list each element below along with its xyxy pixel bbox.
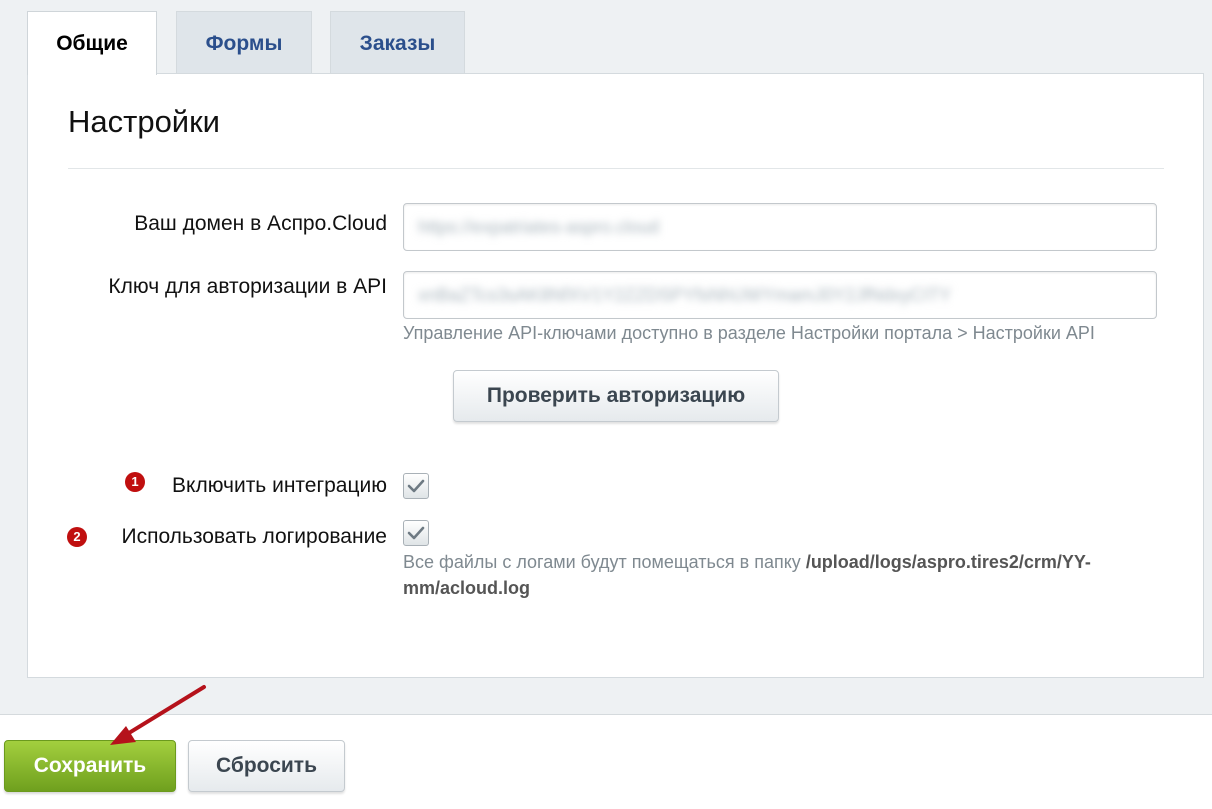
tab-general[interactable]: Общие	[27, 11, 157, 75]
api-key-hint: Управление API-ключами доступно в раздел…	[403, 323, 1095, 343]
logging-hint-text: Все файлы с логами будут помещаться в па…	[403, 552, 806, 572]
api-key-value: xnBaZTcs3sAK8NfXV1Y2ZZDSPYfsNhUWYmamJ0Y2…	[418, 285, 952, 305]
use-logging-label: Использовать логирование	[121, 525, 387, 548]
annotation-badge-2: 2	[67, 527, 87, 547]
use-logging-checkbox[interactable]	[403, 520, 429, 546]
enable-integration-checkbox[interactable]	[403, 473, 429, 499]
tab-forms[interactable]: Формы	[176, 11, 312, 74]
enable-integration-label: Включить интеграцию	[172, 474, 387, 497]
check-auth-button[interactable]: Проверить авторизацию	[453, 370, 779, 422]
domain-label: Ваш домен в Аспро.Cloud	[134, 212, 387, 235]
api-key-input[interactable]: xnBaZTcs3sAK8NfXV1Y2ZZDSPYfsNhUWYmamJ0Y2…	[403, 271, 1157, 319]
logging-hint-path-1: /upload/logs/aspro.tires2/crm/YY-	[805, 552, 1091, 572]
red-arrow-icon	[110, 685, 206, 745]
section-divider	[68, 168, 1164, 169]
api-key-label: Ключ для авторизации в API	[108, 275, 387, 298]
domain-input[interactable]: https://expatriates-aspro.cloud	[403, 203, 1157, 251]
settings-panel: Настройки Ваш домен в Аспро.Cloud https:…	[27, 73, 1204, 678]
tab-orders[interactable]: Заказы	[330, 11, 465, 74]
annotation-badge-1: 1	[125, 472, 145, 492]
check-icon	[407, 526, 425, 540]
check-icon	[407, 479, 425, 493]
domain-value: https://expatriates-aspro.cloud	[418, 217, 660, 237]
logging-hint-path-2: mm/acloud.log	[403, 578, 531, 598]
section-title: Настройки	[68, 104, 221, 139]
logging-hint: Все файлы с логами будут помещаться в па…	[403, 549, 1163, 601]
